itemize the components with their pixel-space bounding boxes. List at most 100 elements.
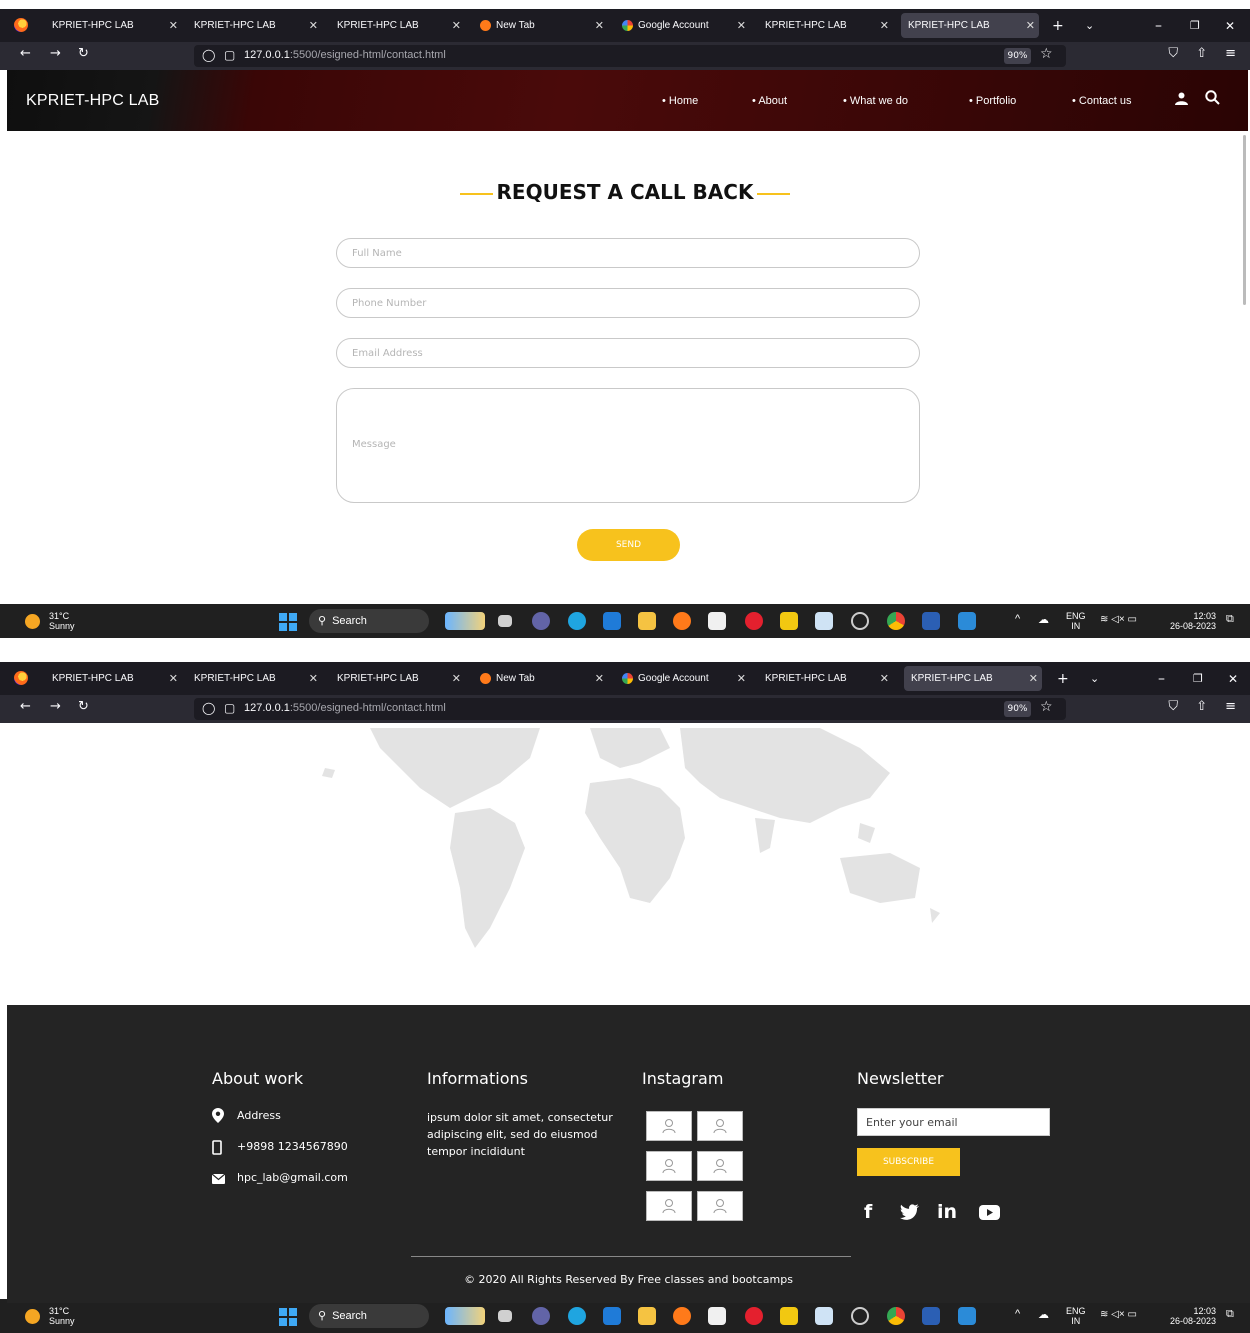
facebook-icon[interactable]: f [864,1201,872,1223]
close-icon[interactable]: ✕ [452,19,461,32]
menu-icon[interactable]: ≡ [1225,46,1236,61]
tray-chevron-icon[interactable]: ^ [1015,1309,1020,1320]
new-tab-plus-icon[interactable]: + [1052,9,1064,42]
zoom-level[interactable]: 90% [1004,48,1031,64]
footer-phone[interactable]: +9898 1234567890 [237,1140,348,1153]
close-icon[interactable]: ✕ [737,19,746,32]
task-view-icon[interactable] [498,615,512,627]
tab-6[interactable]: KPRIET-HPC LAB ✕ [765,9,893,42]
chatgpt-icon[interactable] [851,1307,869,1325]
tab-6[interactable]: KPRIET-HPC LAB ✕ [765,662,893,695]
tab-1[interactable]: KPRIET-HPC LAB ✕ [52,9,182,42]
onedrive-cloud-icon[interactable]: ☁ [1038,615,1049,626]
tab-google-account[interactable]: Google Account ✕ [622,662,750,695]
close-icon[interactable]: ✕ [169,672,178,685]
nav-home[interactable]: Home [662,95,698,107]
close-icon[interactable]: ✕ [880,19,889,32]
teams-icon[interactable] [532,612,550,630]
chrome-icon[interactable] [887,1307,905,1325]
file-explorer-icon[interactable] [638,1307,656,1325]
close-icon[interactable]: ✕ [595,672,604,685]
vscode-icon[interactable] [958,1307,976,1325]
widgets-icon[interactable] [445,612,485,630]
nav-what-we-do[interactable]: What we do [843,95,908,107]
store-icon[interactable] [603,612,621,630]
language-indicator[interactable]: ENG IN [1066,611,1086,631]
user-icon[interactable] [1175,90,1188,109]
page-scrollbar[interactable] [1243,135,1246,305]
minimize-icon[interactable]: – [1158,662,1165,695]
close-icon[interactable]: ✕ [452,672,461,685]
firefox-taskbar-icon[interactable] [673,1307,691,1325]
clock[interactable]: 12:03 26-08-2023 [1160,611,1216,631]
weather-widget[interactable]: 31°C Sunny [49,611,75,631]
word-icon[interactable] [922,1307,940,1325]
youtube-icon[interactable] [979,1203,1000,1225]
extensions-icon[interactable]: ⇧ [1196,46,1207,61]
window-close-icon[interactable]: ✕ [1228,662,1238,695]
firefox-taskbar-icon[interactable] [673,612,691,630]
notification-icon[interactable]: ⧉ [1226,1309,1234,1320]
tab-new-tab[interactable]: New Tab ✕ [480,9,608,42]
chrome-icon[interactable] [887,612,905,630]
message-textarea[interactable] [336,388,920,503]
clock[interactable]: 12:03 26-08-2023 [1160,1306,1216,1326]
taskbar-search[interactable]: ⚲ Search [309,609,429,633]
tab-3[interactable]: KPRIET-HPC LAB ✕ [337,662,465,695]
windows-start-icon[interactable] [279,613,297,631]
tab-1[interactable]: KPRIET-HPC LAB ✕ [52,662,182,695]
vscode-icon[interactable] [958,612,976,630]
windows-start-icon[interactable] [279,1308,297,1326]
twitter-icon[interactable] [900,1203,919,1225]
email-address-input[interactable] [336,338,920,368]
edge-icon[interactable] [568,612,586,630]
power-bi-icon[interactable] [780,1307,798,1325]
tab-3[interactable]: KPRIET-HPC LAB ✕ [337,9,465,42]
tab-2[interactable]: KPRIET-HPC LAB ✕ [194,662,322,695]
nav-about[interactable]: About [752,95,787,107]
instagram-thumb-3[interactable] [646,1151,692,1181]
newsletter-email-input[interactable] [857,1108,1050,1136]
close-icon[interactable]: ✕ [169,19,178,32]
word-icon[interactable] [922,612,940,630]
instagram-thumb-1[interactable] [646,1111,692,1141]
opera-icon[interactable] [745,1307,763,1325]
pocket-icon[interactable]: ⛉ [1168,699,1178,714]
bookmark-star-icon[interactable]: ☆ [1040,699,1053,715]
tab-google-account[interactable]: Google Account ✕ [622,9,750,42]
close-icon[interactable]: ✕ [880,672,889,685]
tab-list-chevron-icon[interactable]: ⌄ [1090,662,1099,695]
pocket-icon[interactable]: ⛉ [1168,46,1178,61]
instagram-thumb-2[interactable] [697,1111,743,1141]
tab-list-chevron-icon[interactable]: ⌄ [1085,9,1094,42]
search-icon[interactable] [1205,90,1220,109]
weather-widget[interactable]: 31°C Sunny [49,1306,75,1326]
close-icon[interactable]: ✕ [309,19,318,32]
reload-icon[interactable]: ↻ [78,46,89,61]
instagram-thumb-6[interactable] [697,1191,743,1221]
menu-icon[interactable]: ≡ [1225,699,1236,714]
tab-2[interactable]: KPRIET-HPC LAB ✕ [194,9,322,42]
tray-chevron-icon[interactable]: ^ [1015,614,1020,625]
close-icon[interactable]: ✕ [1026,19,1035,32]
back-icon[interactable]: ← [20,699,31,714]
linkedin-icon[interactable]: in [937,1201,957,1223]
shield-icon[interactable]: ◯ [202,701,215,715]
chatgpt-icon[interactable] [851,612,869,630]
restore-icon[interactable]: ❐ [1193,662,1203,695]
task-view-icon[interactable] [498,1310,512,1322]
bookmark-star-icon[interactable]: ☆ [1040,46,1053,62]
full-name-input[interactable] [336,238,920,268]
tab-active[interactable]: KPRIET-HPC LAB ✕ [904,666,1042,691]
nav-portfolio[interactable]: Portfolio [969,95,1016,107]
zoom-level[interactable]: 90% [1004,701,1031,717]
url-bar[interactable]: ◯ ▢ 127.0.0.1:5500/esigned-html/contact.… [194,698,1066,720]
taskbar-search[interactable]: ⚲ Search [309,1304,429,1328]
restore-icon[interactable]: ❐ [1190,9,1200,42]
url-bar[interactable]: ◯ ▢ 127.0.0.1:5500/esigned-html/contact.… [194,45,1066,67]
instagram-thumb-4[interactable] [697,1151,743,1181]
minimize-icon[interactable]: – [1155,9,1162,42]
edge-icon[interactable] [568,1307,586,1325]
opera-icon[interactable] [745,612,763,630]
tab-new-tab[interactable]: New Tab ✕ [480,662,608,695]
